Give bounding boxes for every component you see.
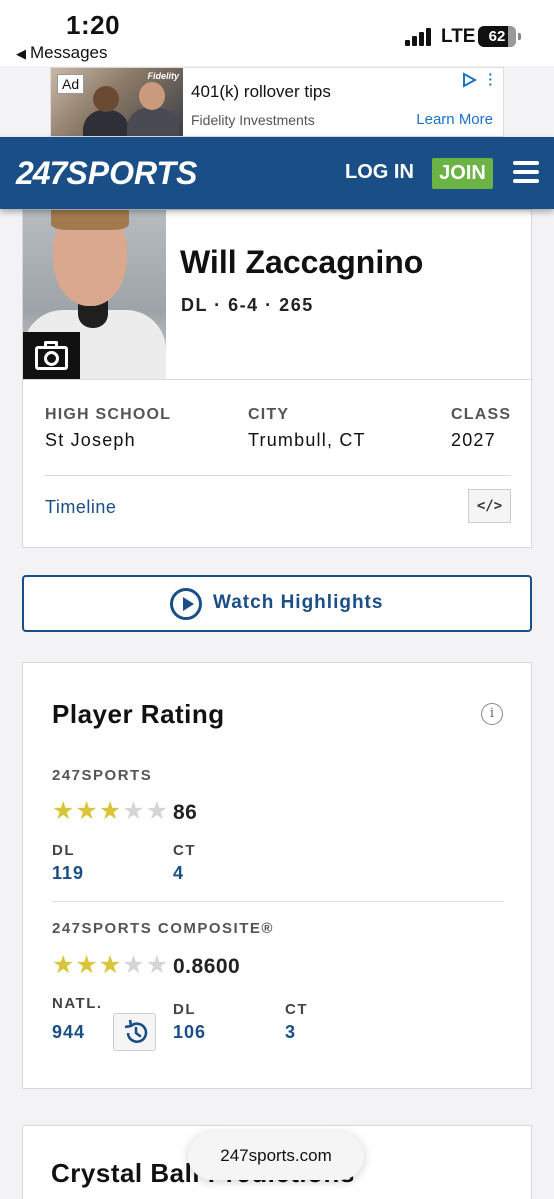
embed-icon[interactable]: </> [468,489,511,523]
national-rank-label: NATL. [52,995,103,1012]
star-empty-icon: ★ [122,951,145,979]
ad-banner[interactable]: Fidelity Ad 401(k) rollover tips Fidelit… [50,67,504,137]
divider [44,475,511,476]
star-filled-icon: ★ [98,951,122,979]
divider [52,901,504,902]
city-label: CITY [248,406,290,423]
class-value: 2027 [451,430,496,450]
browser-url-bar[interactable]: 247sports.com [188,1132,364,1180]
signal-icon [405,28,435,46]
star-rating: ★ ★ ★ ★ ★ [52,951,169,979]
state-rank-value[interactable]: 4 [173,863,184,884]
state-rank-label: CT [173,842,196,859]
network-type: LTE [441,26,476,47]
player-name: Will Zaccagnino [180,244,424,280]
ad-brand: Fidelity [147,71,179,81]
watch-highlights-label: Watch Highlights [213,592,384,613]
composite-position-rank-value[interactable]: 106 [173,1022,206,1043]
site-header: 247SPORTS LOG IN JOIN [0,137,554,209]
divider [23,379,533,380]
back-triangle-icon: ◀ [16,46,26,61]
ad-more-icon[interactable]: · · · [488,67,493,91]
city-value: Trumbull, CT [248,430,366,450]
back-to-messages[interactable]: ◀ Messages [16,43,107,63]
player-photo[interactable] [23,210,166,379]
247sports-rating-label: 247SPORTS [52,767,153,784]
composite-position-rank-label: DL [173,1001,196,1018]
player-position-size: DL · 6-4 · 265 [181,295,314,315]
ad-learn-more-link[interactable]: Learn More [416,111,493,128]
national-rank-value[interactable]: 944 [52,1022,85,1043]
247sports-score: 86 [173,801,198,824]
high-school-value: St Joseph [45,430,136,450]
ad-badge: Ad [57,74,85,94]
player-profile-card: Will Zaccagnino DL · 6-4 · 265 HIGH SCHO… [22,209,533,548]
site-logo[interactable]: 247SPORTS [16,155,197,192]
star-empty-icon: ★ [145,951,169,979]
position-rank-value[interactable]: 119 [52,863,84,884]
play-circle-icon [170,588,202,620]
login-link[interactable]: LOG IN [345,161,414,184]
player-rating-card: Player Rating i 247SPORTS ★ ★ ★ ★ ★ 86 DL 11… [22,662,532,1089]
composite-score: 0.8600 [173,955,241,978]
clock: 1:20 [66,10,121,40]
watch-highlights-button[interactable]: Watch Highlights [22,575,532,632]
composite-rating-label: 247SPORTS COMPOSITE® [52,920,274,937]
high-school-label: HIGH SCHOOL [45,406,172,423]
ad-title[interactable]: 401(k) rollover tips [191,82,331,102]
star-empty-icon: ★ [145,797,169,825]
star-filled-icon: ★ [75,797,98,825]
timeline-link[interactable]: Timeline [45,497,116,518]
composite-state-rank-label: CT [285,1001,308,1018]
history-icon[interactable] [113,1013,156,1051]
star-filled-icon: ★ [52,951,75,979]
logo-number: 247 [16,155,67,191]
back-label: Messages [30,43,108,62]
ad-advertiser: Fidelity Investments [191,112,315,128]
menu-icon[interactable] [513,161,539,183]
star-filled-icon: ★ [52,797,75,825]
composite-state-rank-value[interactable]: 3 [285,1022,296,1043]
ad-choices-icon[interactable] [461,72,477,88]
star-empty-icon: ★ [122,797,145,825]
position-rank-label: DL [52,842,75,859]
star-rating: ★ ★ ★ ★ ★ [52,797,169,825]
battery-level: 62 [488,28,506,45]
status-bar: 1:20 ◀ Messages LTE 62 [0,0,554,66]
logo-word: SPORTS [66,155,198,191]
info-icon[interactable]: i [481,703,503,725]
battery-icon: 62 [478,26,521,47]
join-button[interactable]: JOIN [432,158,493,189]
camera-icon[interactable] [23,332,80,379]
player-rating-title: Player Rating [52,699,225,729]
star-filled-icon: ★ [75,951,98,979]
class-label: CLASS [451,406,512,423]
star-filled-icon: ★ [98,797,122,825]
